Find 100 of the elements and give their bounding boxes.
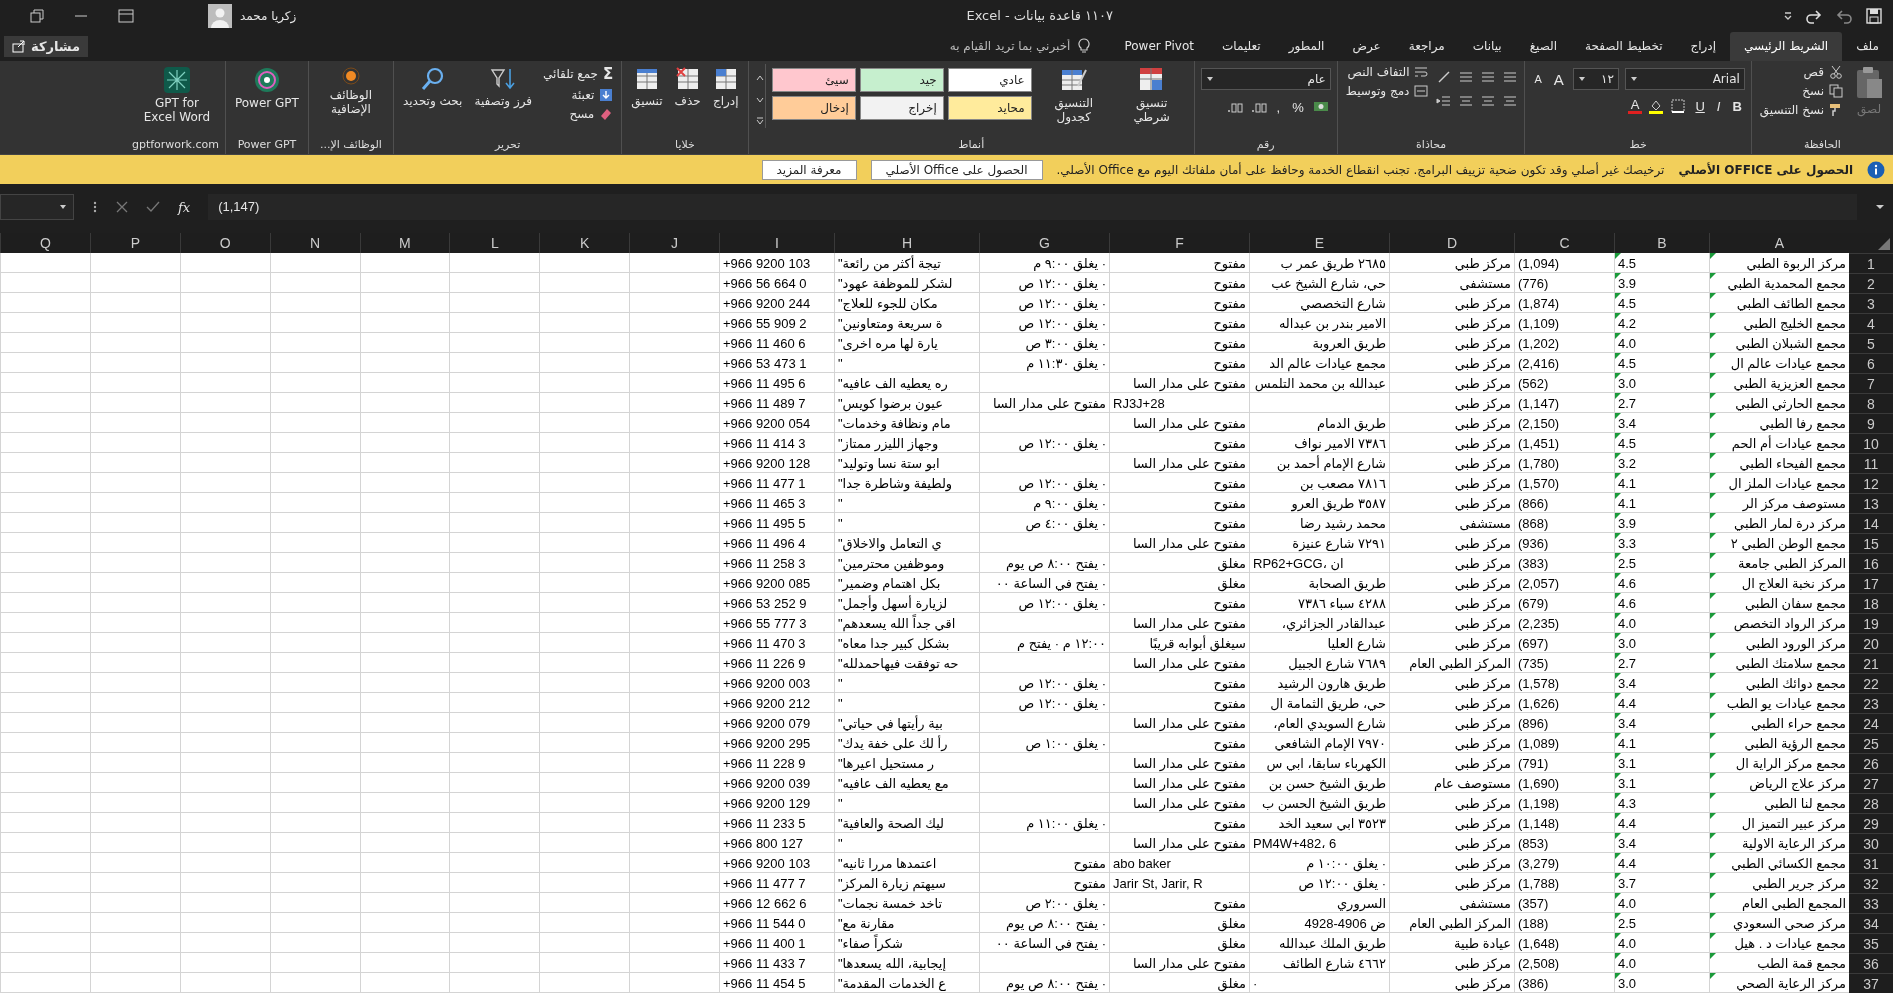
column-header[interactable]: G bbox=[979, 233, 1109, 253]
restore-icon[interactable] bbox=[30, 8, 44, 23]
check-icon[interactable] bbox=[146, 201, 160, 214]
gpt-for-work-button[interactable]: GPT for Excel Word bbox=[134, 64, 219, 127]
cancel-icon[interactable] bbox=[116, 201, 128, 214]
ribbon-tab[interactable]: بيانات bbox=[1458, 31, 1516, 62]
format-as-table-button[interactable]: التنسيق كجدول bbox=[1037, 64, 1110, 127]
copy-button[interactable]: نسخ bbox=[1757, 83, 1845, 100]
share-button[interactable]: مشاركة bbox=[4, 35, 89, 58]
column-header[interactable]: I bbox=[719, 233, 834, 253]
align-icon[interactable] bbox=[1480, 70, 1497, 85]
cut-button[interactable]: قص bbox=[1757, 64, 1845, 81]
delete-cells-button[interactable]: حذف bbox=[671, 64, 704, 111]
ribbon-tab[interactable]: تخطيط الصفحة bbox=[1571, 31, 1677, 62]
column-header[interactable]: O bbox=[179, 233, 270, 253]
row-header[interactable]: 35 bbox=[1849, 933, 1893, 954]
cell-style[interactable]: جيد bbox=[859, 68, 944, 93]
ribbon-tab[interactable]: المطور bbox=[1274, 31, 1339, 62]
clear-button[interactable]: مسح bbox=[541, 106, 616, 123]
column-header[interactable]: P bbox=[89, 233, 180, 253]
row-header[interactable]: 30 bbox=[1849, 833, 1893, 854]
row-header[interactable]: 5 bbox=[1849, 333, 1893, 354]
number-format-field[interactable]: عام bbox=[1200, 68, 1331, 91]
row-header[interactable]: 8 bbox=[1849, 393, 1893, 414]
column-header[interactable]: B bbox=[1614, 233, 1709, 253]
column-header[interactable]: J bbox=[629, 233, 719, 253]
insert-cells-button[interactable]: إدراج bbox=[709, 64, 742, 111]
more-icon[interactable] bbox=[92, 200, 98, 215]
cell-style[interactable]: إخراج bbox=[859, 96, 944, 121]
ribbon-tab[interactable]: عرض bbox=[1338, 31, 1395, 62]
row-header[interactable]: 33 bbox=[1849, 893, 1893, 914]
conditional-formatting-button[interactable]: تنسيق شرطي bbox=[1115, 64, 1188, 127]
row-header[interactable]: 13 bbox=[1849, 493, 1893, 514]
info-bar-button[interactable]: الحصول على Office الأصلي bbox=[870, 159, 1043, 180]
format-cells-button[interactable]: تنسيق bbox=[628, 64, 666, 111]
row-header[interactable]: 11 bbox=[1849, 453, 1893, 474]
row-header[interactable]: 6 bbox=[1849, 353, 1893, 374]
row-header[interactable]: 18 bbox=[1849, 593, 1893, 614]
row-header[interactable]: 23 bbox=[1849, 693, 1893, 714]
font-color-button[interactable]: A bbox=[1627, 98, 1643, 115]
grow-font-button[interactable]: A bbox=[1550, 70, 1567, 88]
column-header[interactable]: K bbox=[539, 233, 630, 253]
avatar-icon[interactable] bbox=[208, 3, 232, 28]
column-header[interactable]: H bbox=[834, 233, 979, 253]
bold-button[interactable]: B bbox=[1729, 98, 1745, 114]
row-header[interactable]: 4 bbox=[1849, 313, 1893, 334]
power-gpt-button[interactable]: Power GPT bbox=[231, 64, 302, 113]
cell-style[interactable]: عادي bbox=[947, 68, 1032, 93]
info-bar-button[interactable]: معرفة المزيد bbox=[761, 159, 857, 180]
row-header[interactable]: 31 bbox=[1849, 853, 1893, 874]
percent-button[interactable]: % bbox=[1289, 99, 1307, 115]
decimal-decrease-icon[interactable] bbox=[1225, 100, 1244, 115]
save-icon[interactable] bbox=[1865, 6, 1883, 25]
row-header[interactable]: 2 bbox=[1849, 273, 1893, 294]
row-header[interactable]: 21 bbox=[1849, 653, 1893, 674]
ribbon-tab[interactable]: ملف bbox=[1842, 31, 1893, 62]
column-header[interactable]: N bbox=[269, 233, 360, 253]
ribbon-tab[interactable]: إدراج bbox=[1676, 31, 1731, 62]
align-icon[interactable] bbox=[1458, 94, 1475, 109]
column-header[interactable]: Q bbox=[0, 233, 90, 253]
fill-button[interactable]: تعبئة bbox=[541, 87, 616, 104]
row-header[interactable]: 12 bbox=[1849, 473, 1893, 494]
align-icon[interactable] bbox=[1502, 94, 1519, 109]
cell-style[interactable]: محايد bbox=[947, 96, 1032, 121]
column-header[interactable]: E bbox=[1249, 233, 1389, 253]
column-header[interactable]: D bbox=[1389, 233, 1514, 253]
row-header[interactable]: 32 bbox=[1849, 873, 1893, 894]
select-all-icon[interactable] bbox=[1878, 238, 1890, 250]
formula-field[interactable]: (1,147) bbox=[208, 194, 1857, 221]
row-header[interactable]: 20 bbox=[1849, 633, 1893, 654]
decimal-increase-icon[interactable] bbox=[1249, 100, 1268, 115]
cell-style[interactable]: إدخال bbox=[771, 96, 856, 121]
row-header[interactable]: 36 bbox=[1849, 953, 1893, 974]
font-name-field[interactable]: Arial bbox=[1624, 68, 1745, 91]
shrink-font-button[interactable]: A bbox=[1531, 73, 1545, 86]
row-header[interactable]: 16 bbox=[1849, 553, 1893, 574]
column-header[interactable]: L bbox=[449, 233, 540, 253]
ribbon-tab[interactable]: الصيغ bbox=[1515, 31, 1572, 62]
underline-button[interactable]: U bbox=[1692, 98, 1708, 114]
align-icon[interactable] bbox=[1458, 70, 1475, 85]
row-header[interactable]: 25 bbox=[1849, 733, 1893, 754]
row-header[interactable]: 26 bbox=[1849, 753, 1893, 774]
column-header[interactable]: F bbox=[1109, 233, 1249, 253]
sort-filter-button[interactable]: فرز وتصفية bbox=[471, 64, 536, 111]
format-painter-button[interactable]: نسخ التنسيق bbox=[1757, 102, 1845, 119]
row-header[interactable]: 29 bbox=[1849, 813, 1893, 834]
row-header[interactable]: 19 bbox=[1849, 613, 1893, 634]
row-header[interactable]: 22 bbox=[1849, 673, 1893, 694]
row-header[interactable]: 15 bbox=[1849, 533, 1893, 554]
row-header[interactable]: 27 bbox=[1849, 773, 1893, 794]
fill-color-icon[interactable] bbox=[1648, 98, 1665, 115]
align-icon[interactable] bbox=[1480, 94, 1497, 109]
find-select-button[interactable]: بحث وتحديد bbox=[399, 64, 466, 111]
ribbon-tab[interactable]: الشريط الرئيسي bbox=[1730, 31, 1843, 62]
row-header[interactable]: 17 bbox=[1849, 573, 1893, 594]
row-header[interactable]: 7 bbox=[1849, 373, 1893, 394]
add-ins-button[interactable]: الوظائف الإضافية bbox=[314, 64, 387, 119]
ribbon-tab[interactable]: مراجعة bbox=[1394, 31, 1459, 62]
ribbon-tab[interactable]: تعليمات bbox=[1208, 31, 1275, 62]
row-header[interactable]: 37 bbox=[1849, 973, 1893, 993]
